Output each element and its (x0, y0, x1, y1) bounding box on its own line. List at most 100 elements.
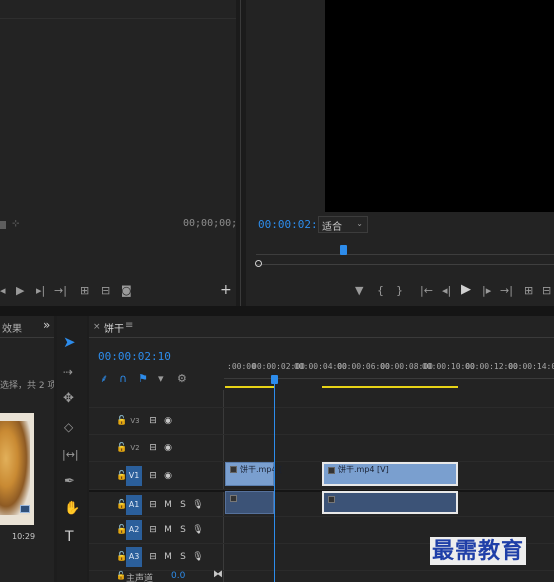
add-button-icon[interactable]: + (220, 283, 232, 297)
fx-badge-icon (230, 495, 237, 502)
chevron-down-icon: ⌄ (356, 219, 363, 228)
program-ruler[interactable] (256, 244, 554, 258)
snap-icon[interactable]: ∩ (119, 373, 127, 385)
master-volume-value[interactable]: 0.0 (171, 571, 185, 581)
track-target-v1[interactable]: V1 (126, 466, 142, 486)
nest-sequence-icon[interactable]: ⸙ (100, 373, 108, 385)
fx-badge-icon (328, 467, 335, 474)
program-zoom-handle[interactable] (255, 260, 262, 267)
eye-icon[interactable]: ◉ (161, 440, 175, 456)
sync-lock-icon[interactable]: ⊟ (146, 468, 160, 484)
go-to-out-icon[interactable]: →| (54, 285, 67, 297)
mute-button[interactable]: M (161, 497, 175, 513)
track-target-a1[interactable]: A1 (126, 495, 142, 515)
microphone-icon[interactable]: 🎙 (191, 497, 205, 513)
sync-lock-icon[interactable]: ⊟ (146, 549, 160, 565)
play-icon[interactable]: ▶ (16, 285, 24, 297)
video-clip-selected[interactable]: 饼干.mp4 [V] (322, 462, 458, 486)
insert-icon[interactable]: ⊞ (80, 285, 89, 297)
step-forward-icon[interactable]: ▸| (36, 285, 45, 297)
mute-button[interactable]: M (161, 549, 175, 565)
master-track-row: 🔓 主声道 0.0 ⧓ (89, 569, 554, 582)
marker-icon[interactable]: ▼ (355, 285, 363, 297)
fx-badge-icon (328, 496, 335, 503)
go-to-in-icon[interactable]: |← (420, 285, 433, 297)
fx-badge-icon (230, 466, 237, 473)
clip-type-icon (20, 505, 30, 513)
selection-tool-icon[interactable]: ➤ (63, 335, 76, 350)
sequence-tab-label[interactable]: 饼干 (104, 320, 124, 335)
overwrite-icon[interactable]: ⊟ (101, 285, 110, 297)
timeline-timecode[interactable]: 00:00:02:10 (98, 350, 171, 363)
program-scrub-line[interactable] (256, 264, 554, 265)
microphone-icon[interactable]: 🎙 (191, 549, 205, 565)
lift-icon[interactable]: ⊞ (524, 285, 533, 297)
selection-count-text: 选择，共 2 项 (0, 381, 54, 391)
microphone-icon[interactable]: 🎙 (191, 522, 205, 538)
ruler-label: 00:00:14:00 (508, 362, 554, 371)
step-forward-icon[interactable]: |▸ (482, 285, 491, 297)
eye-icon[interactable]: ◉ (161, 468, 175, 484)
add-marker-icon[interactable]: ▾ (158, 373, 164, 385)
panel-overflow-icon[interactable]: » (43, 318, 50, 332)
sync-lock-icon[interactable]: ⊟ (146, 440, 160, 456)
extract-icon[interactable]: ⊟ (542, 285, 551, 297)
timeline-playhead-handle[interactable] (271, 375, 278, 384)
watermark-text: 最需教育 (430, 537, 527, 565)
monitor-divider[interactable] (236, 0, 246, 310)
source-monitor-left-marker (0, 221, 6, 229)
master-track-label: 主声道 (126, 574, 154, 582)
eye-icon[interactable]: ◉ (161, 413, 175, 429)
mark-out-icon[interactable]: } (396, 285, 403, 297)
play-icon[interactable]: ▶ (461, 283, 471, 296)
go-to-end-icon[interactable]: ⧓ (213, 569, 223, 580)
project-tab-underline (0, 337, 54, 338)
video-tracks-empty-area (89, 390, 554, 408)
pen-tool-icon[interactable]: ✒ (64, 475, 75, 488)
timeline-tab-underline (89, 337, 554, 338)
type-tool-icon[interactable]: T (65, 530, 74, 544)
lock-icon[interactable]: 🔓 (116, 571, 126, 580)
monitor-divider-line (240, 0, 241, 310)
hand-tool-icon[interactable]: ✋ (64, 502, 80, 515)
panel-divider-horizontal[interactable] (0, 306, 554, 316)
clip-thumbnail[interactable] (0, 413, 34, 525)
slip-tool-icon[interactable]: |↔| (62, 449, 79, 461)
track-select-tool-icon[interactable]: ⇢ (63, 366, 73, 378)
sync-lock-icon[interactable]: ⊟ (146, 497, 160, 513)
mute-button[interactable]: M (161, 522, 175, 538)
export-frame-icon[interactable]: ◙ (121, 285, 132, 297)
mark-in-icon[interactable]: { (377, 285, 384, 297)
linked-selection-icon[interactable]: ⚑ (138, 373, 148, 385)
sync-lock-icon[interactable]: ⊟ (146, 522, 160, 538)
audio-clip-selected[interactable] (322, 491, 458, 514)
step-back-icon[interactable]: ◂ (0, 285, 6, 297)
clip-label: 饼干.mp4 [ (240, 465, 283, 474)
render-bar-segment (322, 386, 458, 388)
ripple-edit-tool-icon[interactable]: ✥ (63, 392, 74, 405)
sync-lock-icon[interactable]: ⊟ (146, 413, 160, 429)
source-monitor-panel (0, 0, 236, 306)
track-target-a3[interactable]: A3 (126, 547, 142, 567)
program-playhead[interactable] (340, 245, 347, 255)
project-tab-effects[interactable]: 效果 (2, 320, 22, 335)
track-label: V3 (130, 417, 140, 425)
wrench-icon[interactable]: ⚙ (177, 373, 187, 385)
audio-clip[interactable] (225, 491, 274, 514)
source-monitor-settings-icon[interactable]: ⊹ (12, 219, 20, 229)
go-to-out-icon[interactable]: →| (500, 285, 513, 297)
solo-button[interactable]: S (176, 497, 190, 513)
sequence-menu-icon[interactable]: ≡ (125, 320, 133, 331)
solo-button[interactable]: S (176, 549, 190, 565)
source-monitor-header-line (0, 18, 236, 19)
track-target-a2[interactable]: A2 (126, 520, 142, 540)
video-clip[interactable]: 饼干.mp4 [ (225, 462, 282, 486)
timeline-close-button[interactable]: × (93, 322, 101, 332)
step-back-icon[interactable]: ◂| (442, 285, 451, 297)
thumbnail-image (0, 421, 30, 515)
solo-button[interactable]: S (176, 522, 190, 538)
render-bar-segment (225, 386, 275, 388)
fit-dropdown-value: 适合 (322, 222, 342, 233)
fit-dropdown[interactable]: 适合 ⌄ (318, 216, 368, 233)
razor-tool-icon[interactable]: ◇ (64, 421, 73, 433)
